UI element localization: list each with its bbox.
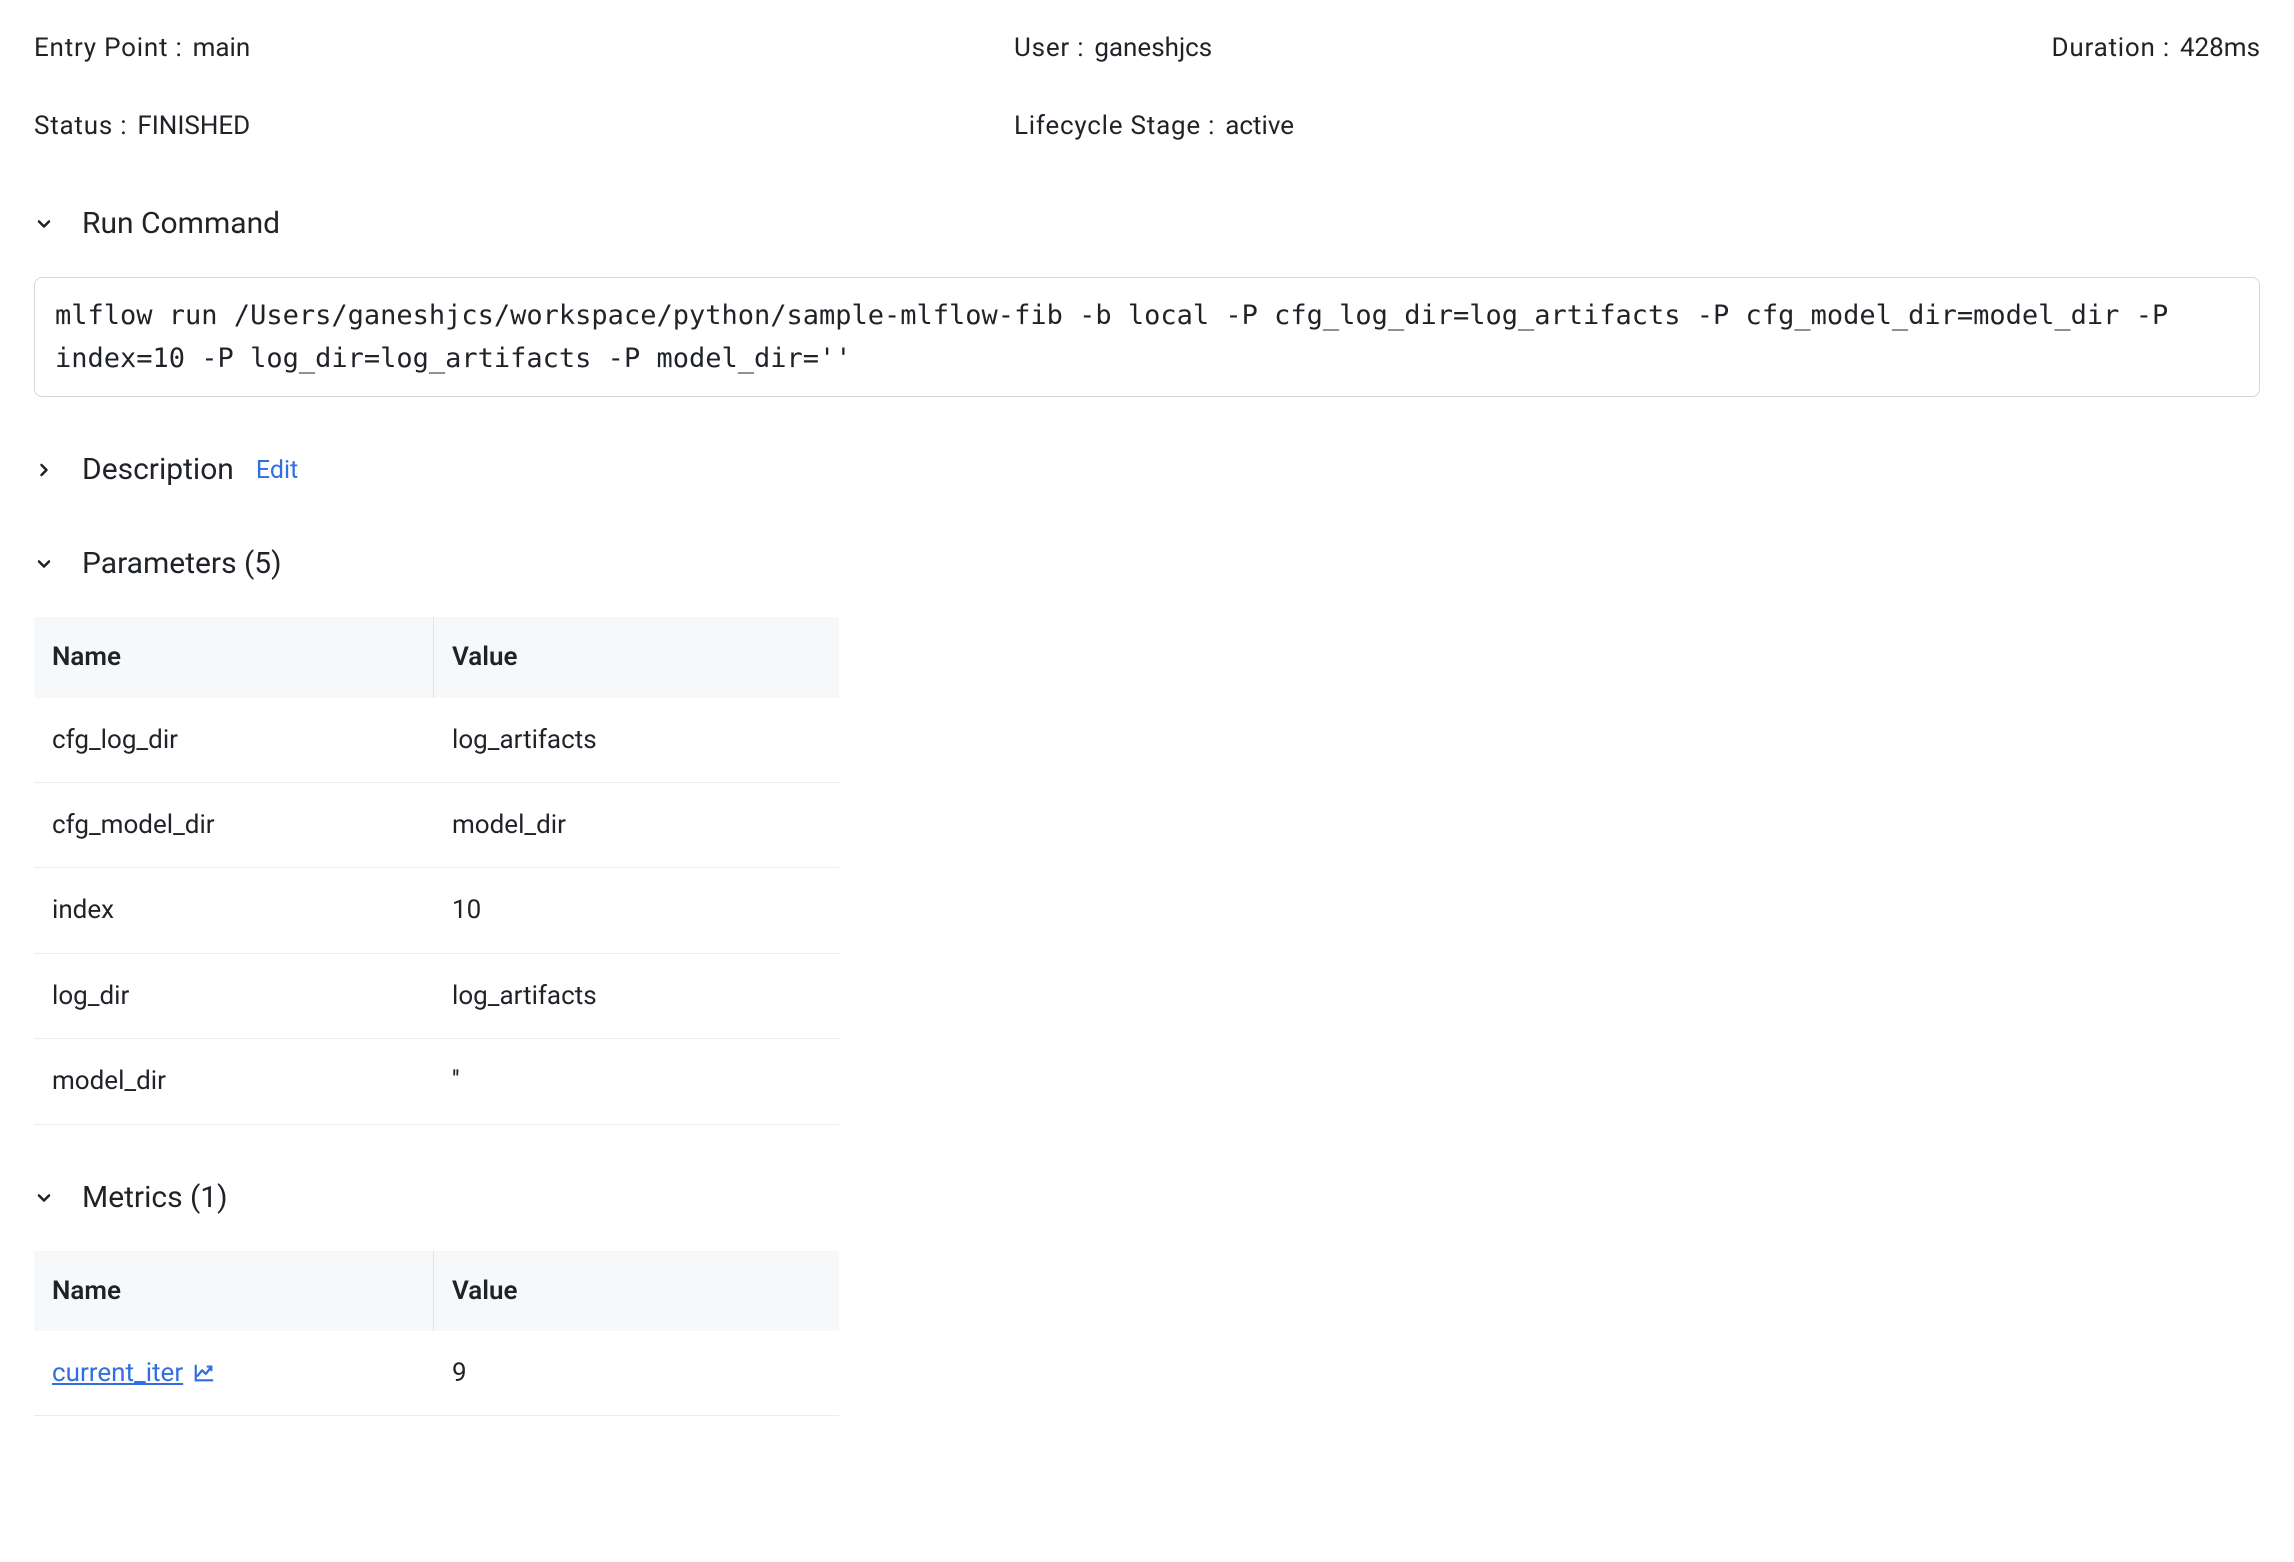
parameters-table: Name Value cfg_log_dir log_artifacts cfg…	[34, 617, 839, 1124]
table-row: cfg_model_dir model_dir	[34, 783, 839, 868]
col-name: Name	[34, 1251, 434, 1331]
section-run-command: Run Command mlflow run /Users/ganeshjcs/…	[34, 203, 2260, 397]
value-duration: 428ms	[2180, 30, 2260, 66]
label-lifecycle: Lifecycle Stage :	[1014, 108, 1215, 144]
param-name: model_dir	[34, 1039, 434, 1123]
metric-link[interactable]: current_iter	[52, 1355, 215, 1391]
param-value: ''	[434, 1039, 839, 1123]
param-name: log_dir	[34, 954, 434, 1038]
meta-entry-point: Entry Point : main	[34, 30, 1014, 66]
param-value: log_artifacts	[434, 954, 839, 1038]
parameters-title: Parameters (5)	[82, 543, 282, 585]
parameters-title-text: Parameters	[82, 546, 237, 581]
metrics-title-text: Metrics	[82, 1180, 183, 1215]
parameters-count: (5)	[244, 546, 282, 581]
table-row: current_iter 9	[34, 1331, 839, 1416]
col-name: Name	[34, 617, 434, 697]
col-value: Value	[434, 1251, 839, 1331]
run-command-title: Run Command	[82, 203, 280, 245]
label-status: Status :	[34, 108, 127, 144]
parameters-table-header: Name Value	[34, 617, 839, 697]
value-lifecycle: active	[1225, 108, 1294, 144]
run-meta: Entry Point : main User : ganeshjcs Dura…	[34, 30, 2260, 145]
metric-value: 9	[434, 1331, 839, 1415]
meta-duration: Duration : 428ms	[2052, 30, 2260, 66]
value-entry-point: main	[193, 30, 251, 66]
value-user: ganeshjcs	[1094, 30, 1212, 66]
param-name: index	[34, 868, 434, 952]
metrics-toggle[interactable]: Metrics (1)	[34, 1177, 2260, 1219]
chevron-down-icon	[34, 554, 54, 574]
col-value: Value	[434, 617, 839, 697]
chevron-down-icon	[34, 1188, 54, 1208]
value-status: FINISHED	[137, 108, 250, 144]
table-row: index 10	[34, 868, 839, 953]
param-value: model_dir	[434, 783, 839, 867]
run-command-toggle[interactable]: Run Command	[34, 203, 2260, 245]
table-row: model_dir ''	[34, 1039, 839, 1124]
table-row: cfg_log_dir log_artifacts	[34, 698, 839, 783]
meta-lifecycle: Lifecycle Stage : active	[1014, 108, 1994, 144]
metrics-title: Metrics (1)	[82, 1177, 228, 1219]
description-edit-link[interactable]: Edit	[256, 453, 298, 488]
table-row: log_dir log_artifacts	[34, 954, 839, 1039]
description-title: Description	[82, 449, 234, 491]
label-entry-point: Entry Point :	[34, 30, 183, 66]
section-description: Description Edit	[34, 449, 2260, 491]
section-parameters: Parameters (5) Name Value cfg_log_dir lo…	[34, 543, 2260, 1124]
label-duration: Duration :	[2052, 30, 2170, 66]
param-name: cfg_log_dir	[34, 698, 434, 782]
metric-name-cell: current_iter	[34, 1331, 434, 1415]
label-user: User :	[1014, 30, 1084, 66]
meta-status: Status : FINISHED	[34, 108, 1014, 144]
metrics-count: (1)	[190, 1180, 228, 1215]
metrics-table-header: Name Value	[34, 1251, 839, 1331]
param-value: log_artifacts	[434, 698, 839, 782]
meta-user: User : ganeshjcs	[1014, 30, 1994, 66]
section-metrics: Metrics (1) Name Value current_iter	[34, 1177, 2260, 1417]
chevron-down-icon	[34, 214, 54, 234]
parameters-toggle[interactable]: Parameters (5)	[34, 543, 2260, 585]
description-toggle[interactable]: Description Edit	[34, 449, 2260, 491]
metric-name-text: current_iter	[52, 1355, 183, 1391]
chart-line-icon	[193, 1362, 215, 1384]
param-name: cfg_model_dir	[34, 783, 434, 867]
chevron-right-icon	[34, 460, 54, 480]
param-value: 10	[434, 868, 839, 952]
metrics-table: Name Value current_iter 9	[34, 1251, 839, 1417]
run-command-text[interactable]: mlflow run /Users/ganeshjcs/workspace/py…	[34, 277, 2260, 397]
